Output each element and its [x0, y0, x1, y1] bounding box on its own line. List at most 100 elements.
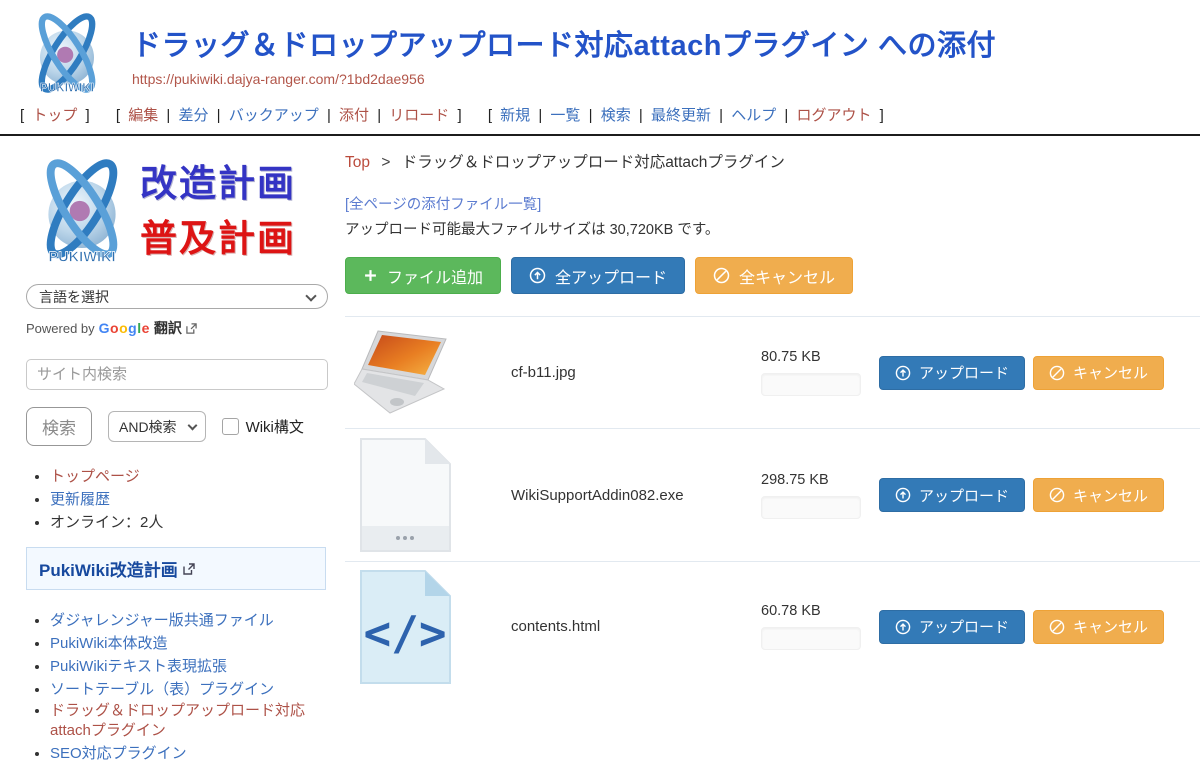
language-select[interactable]: 言語を選択 [26, 284, 328, 309]
html-code-file-icon: </> [354, 569, 457, 685]
upload-button[interactable]: アップロード [879, 478, 1025, 512]
upload-progress-bar [761, 627, 861, 650]
nav-link-search[interactable]: 検索 [601, 107, 631, 124]
ban-circle-icon [1049, 365, 1065, 381]
google-translate-attribution: Powered by Google 翻訳 [26, 318, 331, 338]
list-item: ドラッグ＆ドロップアップロード対応attachプラグイン [50, 701, 331, 740]
nav-group-1: [ トップ ] [16, 107, 98, 124]
search-button[interactable]: 検索 [26, 407, 92, 446]
list-item: SEO対応プラグイン [50, 742, 331, 763]
bulk-action-buttons: ファイル追加 全アップロード 全キャンセル [345, 257, 1200, 294]
online-count: オンライン：2人 [50, 511, 331, 532]
pukiwiki-atom-logo-icon: PUKIWIKI [26, 150, 138, 272]
sidebar: PUKIWIKI 改造計画 普及計画 言語を選択 Powered by Goog… [0, 136, 345, 765]
nav-link-reload[interactable]: リロード [389, 107, 449, 124]
logo-kaizo-keikaku: 改造計画 [140, 156, 296, 212]
google-logo-text: Google [99, 320, 150, 336]
chevron-down-icon [305, 290, 316, 301]
upload-circle-icon [529, 267, 546, 284]
wiki-syntax-label: Wiki構文 [246, 416, 304, 437]
nav-group-3: [ 新規 | 一覧 | 検索 | 最終更新 | ヘルプ | ログアウト ] [484, 107, 888, 124]
cancel-button[interactable]: キャンセル [1033, 356, 1164, 390]
add-files-button[interactable]: ファイル追加 [345, 257, 501, 294]
svg-text:PUKIWIKI: PUKIWIKI [40, 82, 94, 95]
cancel-all-button[interactable]: 全キャンセル [695, 257, 853, 294]
sidebar-link-seo-plugin[interactable]: SEO対応プラグイン [50, 745, 187, 762]
upload-circle-icon [895, 487, 911, 503]
ban-circle-icon [1049, 487, 1065, 503]
nav-link-diff[interactable]: 差分 [178, 107, 208, 124]
sidebar-logo-text: 改造計画 普及計画 [140, 156, 296, 267]
nav-link-help[interactable]: ヘルプ [731, 107, 776, 124]
sidebar-link-toppage[interactable]: トップページ [50, 468, 140, 485]
file-name: contents.html [511, 618, 761, 635]
nav-group-2: [ 編集 | 差分 | バックアップ | 添付 | リロード ] [112, 107, 470, 124]
upload-button[interactable]: アップロード [879, 610, 1025, 644]
plus-icon [363, 268, 378, 283]
laptop-photo-thumbnail [354, 330, 457, 415]
sidebar-links-top: トップページ 更新履歴 オンライン：2人 [26, 465, 331, 532]
file-row: WikiSupportAddin082.exe 298.75 KB アップロード [345, 428, 1200, 561]
sidebar-link-dnd-attach[interactable]: ドラッグ＆ドロップアップロード対応attachプラグイン [50, 702, 305, 739]
wiki-syntax-checkbox[interactable] [222, 418, 239, 435]
sidebar-links-plugins: ダジャレンジャー版共通ファイル PukiWiki本体改造 PukiWikiテキス… [26, 609, 331, 763]
sidebar-link-sort-table[interactable]: ソートテーブル（表）プラグイン [50, 681, 274, 698]
breadcrumb-top-link[interactable]: Top [345, 154, 370, 171]
list-item: ダジャレンジャー版共通ファイル [50, 609, 331, 630]
upload-button[interactable]: アップロード [879, 356, 1025, 390]
sidebar-logo: PUKIWIKI 改造計画 普及計画 [26, 150, 331, 272]
list-item: トップページ [50, 465, 331, 486]
ban-circle-icon [1049, 619, 1065, 635]
upload-all-button[interactable]: 全アップロード [511, 257, 685, 294]
upload-progress-bar [761, 496, 861, 519]
page-title: ドラッグ＆ドロップアップロード対応attachプラグイン への添付 [132, 22, 996, 64]
sidebar-link-core-mod[interactable]: PukiWiki本体改造 [50, 635, 168, 652]
list-item: PukiWiki本体改造 [50, 632, 331, 653]
nav-link-attach[interactable]: 添付 [339, 107, 369, 124]
breadcrumb: Top > ドラッグ＆ドロップアップロード対応attachプラグイン [345, 150, 1200, 172]
nav-link-new[interactable]: 新規 [500, 107, 530, 124]
external-link-icon [183, 563, 195, 575]
file-name: cf-b11.jpg [511, 364, 761, 381]
site-search-input[interactable] [26, 359, 328, 390]
file-size: 60.78 KB [761, 603, 866, 619]
logo-fukyu-keikaku: 普及計画 [140, 211, 296, 267]
sidebar-link-common-files[interactable]: ダジャレンジャー版共通ファイル [50, 612, 274, 629]
nav-link-edit[interactable]: 編集 [128, 107, 158, 124]
file-row: </> contents.html 60.78 KB アップロード [345, 561, 1200, 691]
chevron-down-icon [187, 421, 197, 431]
nav-link-top[interactable]: トップ [32, 107, 77, 124]
cancel-button[interactable]: キャンセル [1033, 478, 1164, 512]
file-size: 80.75 KB [761, 349, 866, 365]
breadcrumb-separator: > [381, 154, 390, 171]
sidebar-link-update-history[interactable]: 更新履歴 [50, 491, 110, 508]
nav-link-list[interactable]: 一覧 [550, 107, 580, 124]
cancel-button[interactable]: キャンセル [1033, 610, 1164, 644]
main-content: Top > ドラッグ＆ドロップアップロード対応attachプラグイン [全ページ… [345, 136, 1200, 691]
list-item: PukiWikiテキスト表現拡張 [50, 655, 331, 676]
nav-link-recent[interactable]: 最終更新 [651, 107, 711, 124]
page-url[interactable]: https://pukiwiki.dajya-ranger.com/?1bd2d… [132, 71, 996, 87]
upload-circle-icon [895, 365, 911, 381]
upload-circle-icon [895, 619, 911, 635]
sidebar-link-text-ext[interactable]: PukiWikiテキスト表現拡張 [50, 658, 227, 675]
list-item: ソートテーブル（表）プラグイン [50, 678, 331, 699]
pukiwiki-atom-logo-icon: PUKIWIKI [16, 8, 118, 98]
all-attachments-link[interactable]: [全ページの添付ファイル一覧] [345, 193, 541, 214]
page-header: PUKIWIKI ドラッグ＆ドロップアップロード対応attachプラグイン への… [0, 0, 1200, 98]
list-item: 更新履歴 [50, 488, 331, 509]
sidebar-section-header[interactable]: PukiWiki改造計画 [26, 547, 326, 590]
upload-file-list: cf-b11.jpg 80.75 KB アップロード [345, 316, 1200, 691]
svg-text:</>: </> [363, 606, 446, 660]
nav-link-backup[interactable]: バックアップ [229, 107, 319, 124]
breadcrumb-current: ドラッグ＆ドロップアップロード対応attachプラグイン [402, 154, 785, 171]
and-or-select[interactable]: AND検索 [108, 411, 206, 442]
generic-file-icon [354, 437, 457, 553]
search-controls: 検索 AND検索 Wiki構文 [26, 407, 331, 446]
file-row: cf-b11.jpg 80.75 KB アップロード [345, 316, 1200, 428]
svg-text:PUKIWIKI: PUKIWIKI [48, 249, 115, 265]
file-name: WikiSupportAddin082.exe [511, 487, 761, 504]
file-size: 298.75 KB [761, 472, 866, 488]
external-link-icon [186, 323, 197, 334]
nav-link-logout[interactable]: ログアウト [796, 107, 871, 124]
